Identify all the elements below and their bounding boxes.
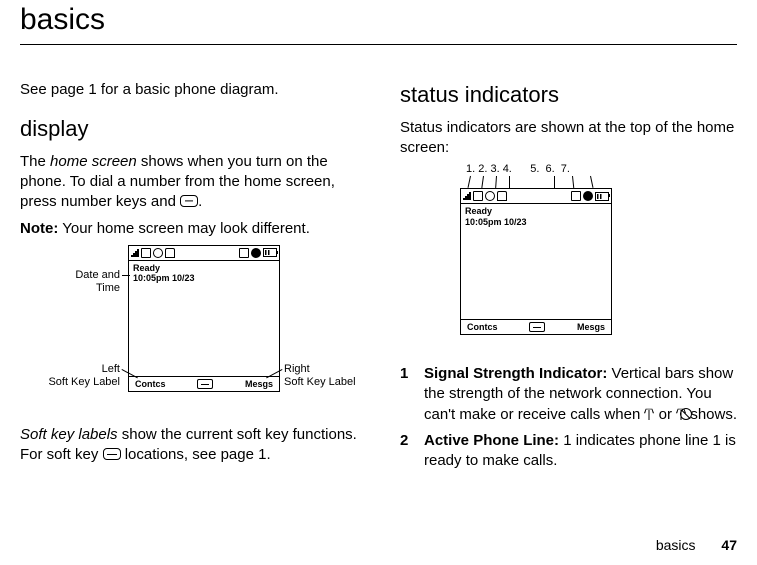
list-item-2: 2 Active Phone Line: 1 indicates phone l…: [400, 431, 740, 472]
status-icon: [251, 248, 261, 258]
display-paragraph: The home screen shows when you turn on t…: [20, 152, 360, 213]
screen-ready: Ready: [465, 206, 527, 216]
txt: Soft Key Label: [284, 376, 356, 388]
txt: Right: [284, 363, 310, 375]
home-screen-term: home screen: [50, 153, 137, 170]
annot-right-soft: Right Soft Key Label: [284, 363, 374, 388]
status-icon: [571, 191, 581, 201]
battery-icon: [263, 248, 277, 257]
annot-left-soft: Left Soft Key Label: [20, 363, 120, 388]
list-item-1: 1 Signal Strength Indicator: Vertical ba…: [400, 364, 740, 425]
list-number: 2: [400, 431, 424, 472]
txt: shows.: [686, 406, 737, 423]
note-label: Note:: [20, 220, 58, 237]
status-right-icons: [239, 248, 277, 258]
screen-ready: Ready: [133, 263, 195, 273]
status-left-icons: [463, 191, 507, 201]
list-number: 1: [400, 364, 424, 425]
softkey-paragraph: Soft key labels show the current soft ke…: [20, 425, 360, 466]
phone-screen: Ready 10:05pm 10/23 Contcs Mesgs: [128, 245, 280, 392]
legend-tick: [495, 176, 497, 188]
list-body: Signal Strength Indicator: Vertical bars…: [424, 364, 740, 425]
soft-key-bar: Contcs Mesgs: [129, 376, 279, 391]
page-title: basics: [20, 0, 105, 41]
center-key-icon: [197, 379, 213, 389]
legend-numbers: 1. 2. 3. 4. 5. 6. 7.: [466, 162, 570, 177]
phone-screen: Ready 10:05pm 10/23 Contcs Mesgs: [460, 188, 612, 335]
status-left-icons: [131, 248, 175, 258]
heading-status: status indicators: [400, 80, 740, 110]
legend-tick: [554, 176, 555, 188]
txt: Left: [102, 363, 120, 375]
status-icon: [497, 191, 507, 201]
legend-tick: [481, 176, 484, 188]
status-bar: [129, 246, 279, 261]
signal-icon: [463, 192, 471, 200]
status-icon: [485, 191, 495, 201]
legend-tick: [468, 176, 471, 188]
status-figure: 1. 2. 3. 4. 5. 6. 7.: [400, 164, 740, 354]
list-body: Active Phone Line: 1 indicates phone lin…: [424, 431, 740, 472]
title-rule: [20, 44, 737, 45]
note-text: Your home screen may look different.: [58, 220, 310, 237]
battery-icon: [595, 192, 609, 201]
annot-datetime: Date and Time: [20, 269, 120, 294]
note-paragraph: Note: Your home screen may look differen…: [20, 219, 360, 239]
status-icon: [165, 248, 175, 258]
antenna-no-signal-icon: [676, 408, 686, 420]
page-number: 47: [721, 537, 737, 553]
txt: .: [198, 193, 202, 210]
display-figure: Ready 10:05pm 10/23 Contcs Mesgs Date an…: [20, 245, 360, 415]
send-key-icon: [180, 195, 198, 207]
status-icon: [473, 191, 483, 201]
soft-key-bar: Contcs Mesgs: [461, 319, 611, 334]
page-footer: basics 47: [656, 536, 737, 555]
txt: locations, see page 1.: [121, 446, 271, 463]
soft-key-icon: [103, 448, 121, 460]
screen-text: Ready 10:05pm 10/23: [133, 263, 195, 284]
legend-tick: [590, 176, 593, 188]
footer-section: basics: [656, 537, 696, 553]
status-intro: Status indicators are shown at the top o…: [400, 118, 740, 159]
right-soft-label: Mesgs: [245, 378, 273, 390]
screen-datetime: 10:05pm 10/23: [465, 217, 527, 227]
txt: The: [20, 153, 50, 170]
status-icon: [141, 248, 151, 258]
list-label: Active Phone Line:: [424, 432, 559, 449]
legend-tick: [509, 176, 510, 188]
page-root: basics See page 1 for a basic phone diag…: [0, 0, 757, 565]
screen-text: Ready 10:05pm 10/23: [465, 206, 527, 227]
status-right-icons: [571, 191, 609, 201]
status-bar: [461, 189, 611, 204]
status-icon: [583, 191, 593, 201]
txt: or: [654, 406, 676, 423]
list-label: Signal Strength Indicator:: [424, 365, 607, 382]
right-column: status indicators Status indicators are …: [400, 80, 740, 475]
legend-tick: [572, 176, 574, 188]
txt: Date and: [75, 269, 120, 281]
signal-icon: [131, 249, 139, 257]
antenna-icon: [644, 408, 654, 420]
heading-display: display: [20, 114, 360, 144]
left-soft-label: Contcs: [135, 378, 166, 390]
right-soft-label: Mesgs: [577, 321, 605, 333]
left-soft-label: Contcs: [467, 321, 498, 333]
txt: Soft Key Label: [48, 376, 120, 388]
status-icon: [153, 248, 163, 258]
screen-datetime: 10:05pm 10/23: [133, 273, 195, 283]
softkey-term: Soft key labels: [20, 426, 118, 443]
status-icon: [239, 248, 249, 258]
txt: Time: [96, 282, 120, 294]
center-key-icon: [529, 322, 545, 332]
left-column: See page 1 for a basic phone diagram. di…: [20, 80, 360, 471]
intro-text: See page 1 for a basic phone diagram.: [20, 80, 360, 100]
